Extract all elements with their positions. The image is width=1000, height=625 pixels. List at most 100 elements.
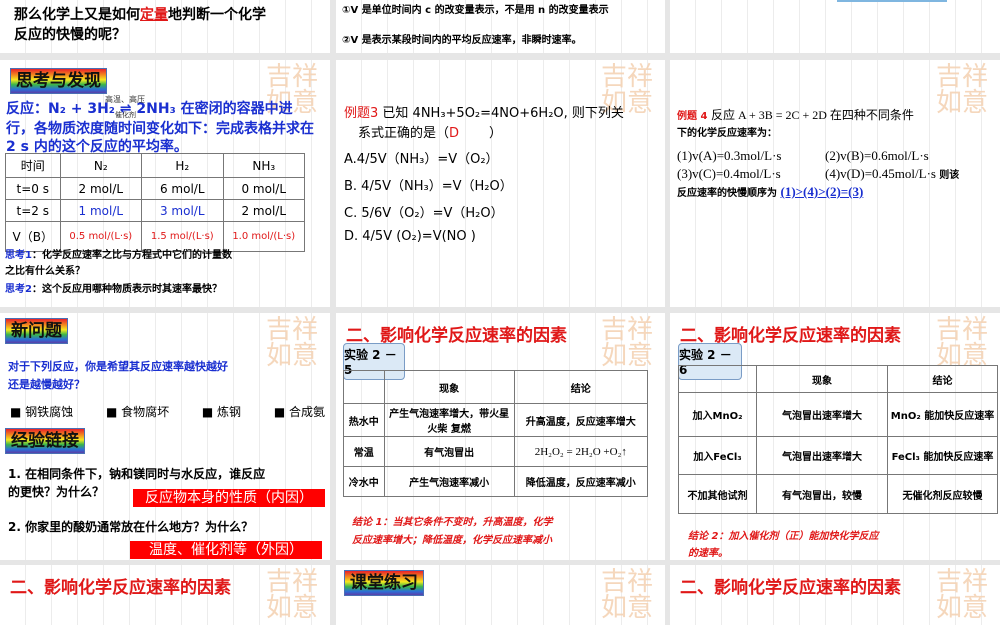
slide-thumbnail[interactable]: 吉祥如意 二、影响化学反应速率的因素 实验 2 － 6 现象 结论 加入MnO₂ 气… (670, 313, 1000, 560)
watermark-seal: 吉祥如意 (266, 315, 319, 371)
concentration-table: 时间 N₂ H₂ NH₃ t=0 s2 mol/L 6 mol/L 0 mol/L t=2… (5, 153, 305, 252)
table-cell: t=0 s (5, 177, 61, 200)
answer-box: 温度、催化剂等（外因） (130, 541, 322, 559)
answer-box: 反应物本身的性质（内因） (133, 489, 325, 507)
table-row: 不加其他试剂 有气泡冒出，较慢 无催化剂反应较慢 (678, 474, 998, 514)
table-header: H₂ (141, 153, 224, 178)
option-a: A.4/5V（NH₃）=V（O₂） (344, 152, 499, 167)
table-header (343, 370, 385, 404)
table-cell: t=2 s (5, 199, 61, 222)
table-cell: MnO₂ 能加快反应速率 (887, 392, 998, 437)
think-1: 思考1：化学反应速率之比与方程式中它们的计量数 (5, 250, 232, 261)
example-stem: 例题3 已知 4NH₃+5O₂=4NO+6H₂O, 则下列关 (344, 106, 624, 121)
question-text: 1. 在相同条件下，钠和镁同时与水反应，谁反应 (8, 467, 266, 481)
slide-thumbnail[interactable] (670, 0, 1000, 53)
slide-thumbnail[interactable]: 吉祥如意 课堂练习 (336, 565, 665, 625)
link-underline (837, 0, 947, 2)
rate-item: (1)v(A)=0.3mol/L·s (677, 148, 782, 163)
option-d: D. 4/5V (O₂)=V(NO ) (344, 229, 476, 244)
watermark-seal: 吉祥如意 (936, 62, 989, 118)
watermark-seal: 吉祥如意 (601, 567, 654, 623)
table-header: NH₃ (222, 153, 305, 178)
watermark-seal: 吉祥如意 (601, 315, 654, 371)
table-cell: 无催化剂反应较慢 (887, 474, 998, 514)
table-header: 现象 (756, 365, 888, 393)
slide-thumbnail[interactable]: 吉祥如意 二、影响化学反应速率的因素 (670, 565, 1000, 625)
slide-thumbnail[interactable]: 那么化学上又是如何定量地判断一个化学 反应的快慢的呢？ (0, 0, 330, 53)
think-1-cont: 之比有什么关系？ (5, 266, 85, 277)
table-cell: 气泡冒出速率增大 (756, 392, 888, 437)
table-cell: 2 mol/L (222, 199, 305, 222)
bullet-list: ■ 钢铁腐蚀 ■ 食物腐坏 ■ 炼钢 ■ 合成氨 (10, 403, 325, 420)
question-text: 还是越慢越好？ (8, 378, 85, 391)
question-text: 的更快？为什么？ (8, 485, 105, 499)
table-cell: 0 mol/L (222, 177, 305, 200)
bullet-item: ■ 合成氨 (273, 405, 325, 419)
table-cell: 加入FeCl₃ (678, 436, 757, 475)
example-stem-2: 下的化学反应速率为： (677, 128, 777, 139)
answer-line: 反应速率的快慢顺序为 (1)>(4)>(2)=(3) (677, 184, 864, 199)
table-cell: 气泡冒出速率增大 (756, 436, 888, 475)
table-cell: 有气泡冒出 (383, 436, 515, 467)
rate-item: (2)v(B)=0.6mol/L·s (825, 148, 929, 163)
table-row: 加入FeCl₃ 气泡冒出速率增大 FeCl₃ 能加快反应速率 (678, 436, 998, 475)
slide-thumbnail[interactable]: 吉祥如意 二、影响化学反应速率的因素 实验 2 － 5 现象 结论 热水中 产生气泡… (336, 313, 665, 560)
slide-text: 反应的快慢的呢？ (14, 27, 126, 43)
experiment-table: 现象 结论 热水中 产生气泡速率增大，带火星火柴 复燃 升高温度，反应速率增大 常温有… (343, 370, 649, 497)
table-header (678, 365, 757, 393)
slide-thumbnail[interactable]: 吉祥如意 二、影响化学反应速率的因素 (0, 565, 330, 625)
watermark-seal: 吉祥如意 (266, 567, 319, 623)
table-cell: 升高温度，反应速率增大 (513, 403, 649, 437)
example-stem-2: 系式正确的是（D） (358, 126, 503, 141)
table-header: 时间 (5, 153, 61, 178)
slide-text: ①V 是单位时间内 c 的改变量表示，不是用 n 的改变量表示 (342, 5, 609, 16)
conclusion-text: 反应速率增大；降低温度，化学反应速率减小 (352, 535, 552, 546)
conclusion-text: 结论 1：当其它条件不变时，升高温度，化学 (352, 517, 553, 528)
table-cell: 降低温度，反应速率减小 (513, 466, 649, 497)
slide-title: 二、影响化学反应速率的因素 (680, 578, 901, 598)
watermark-seal: 吉祥如意 (936, 567, 989, 623)
table-header: 结论 (887, 365, 998, 393)
option-c: C. 5/6V（O₂）=V（H₂O） (344, 206, 504, 221)
rate-item: (3)v(C)=0.4mol/L·s (677, 166, 781, 181)
table-row: 冷水中 产生气泡速率减小 降低温度，反应速率减小 (343, 466, 649, 497)
slide-text: 那么化学上又是如何定量地判断一个化学 (14, 7, 266, 23)
bullet-item: ■ 炼钢 (201, 405, 242, 419)
section-label: 新问题 (5, 318, 68, 344)
table-header: 现象 (383, 370, 515, 404)
slide-text: 行，各物质浓度随时间变化如下：完成表格并求在 (6, 121, 314, 137)
slide-thumbnail[interactable]: 吉祥如意 思考与发现 反应：N₂ + 3H₂ ⇌ 2NH₃ 在密闭的容器中进 高… (0, 60, 330, 307)
slide-title: 二、影响化学反应速率的因素 (10, 578, 231, 598)
watermark-seal: 吉祥如意 (936, 315, 989, 371)
slide-thumbnail[interactable]: 吉祥如意 例题 4 反应 A + 3B = 2C + 2D 在四种不同条件 下的… (670, 60, 1000, 307)
option-b: B. 4/5V（NH₃）=V（H₂O） (344, 179, 513, 194)
table-cell: 热水中 (343, 403, 385, 437)
table-row: t=0 s2 mol/L 6 mol/L 0 mol/L (5, 177, 305, 200)
rate-item: (4)v(D)=0.45mol/L·s 则该 (825, 166, 960, 181)
table-cell: FeCl₃ 能加快反应速率 (887, 436, 998, 475)
section-label: 经验链接 (5, 428, 85, 454)
slide-thumbnail[interactable]: 吉祥如意 例题3 已知 4NH₃+5O₂=4NO+6H₂O, 则下列关 系式正确… (336, 60, 665, 307)
conclusion-text: 的速率。 (688, 548, 728, 559)
think-2: 思考2：这个反应用哪种物质表示时其速率最快？ (5, 284, 222, 295)
experiment-table: 现象 结论 加入MnO₂ 气泡冒出速率增大 MnO₂ 能加快反应速率 加入FeCl₃ 气… (678, 365, 998, 514)
table-cell: 产生气泡速率增大，带火星火柴 复燃 (383, 403, 515, 437)
table-row: 热水中 产生气泡速率增大，带火星火柴 复燃 升高温度，反应速率增大 (343, 403, 649, 437)
section-label: 课堂练习 (344, 570, 424, 596)
table-header: 结论 (513, 370, 649, 404)
table-cell: 1 mol/L (59, 199, 143, 222)
reaction-text: 反应：N₂ + 3H₂ ⇌ 2NH₃ 在密闭的容器中进 (6, 101, 293, 117)
slide-thumbnail[interactable]: 吉祥如意 新问题 对于下列反应，你是希望其反应速率越快越好 还是越慢越好？ ■ … (0, 313, 330, 560)
table-row: 加入MnO₂ 气泡冒出速率增大 MnO₂ 能加快反应速率 (678, 392, 998, 437)
conclusion-text: 结论 2：加入催化剂（正）能加快化学反应 (688, 531, 879, 542)
table-cell: 产生气泡速率减小 (383, 466, 515, 497)
bullet-item: ■ 钢铁腐蚀 (10, 405, 74, 419)
table-header: N₂ (59, 153, 143, 178)
table-cell: 2H₂O₂ = 2H₂O +O₂↑ (513, 436, 649, 467)
slide-thumbnail[interactable]: ①V 是单位时间内 c 的改变量表示，不是用 n 的改变量表示 ②V 是表示某段… (336, 0, 665, 53)
example-stem: 例题 4 反应 A + 3B = 2C + 2D 在四种不同条件 (677, 108, 914, 122)
table-cell: 不加其他试剂 (678, 474, 757, 514)
table-row: 常温 有气泡冒出 2H₂O₂ = 2H₂O +O₂↑ (343, 436, 649, 467)
table-row: t=2 s1 mol/L 3 mol/L 2 mol/L (5, 199, 305, 222)
slide-text: ②V 是表示某段时间内的平均反应速率，非瞬时速率。 (342, 35, 582, 46)
